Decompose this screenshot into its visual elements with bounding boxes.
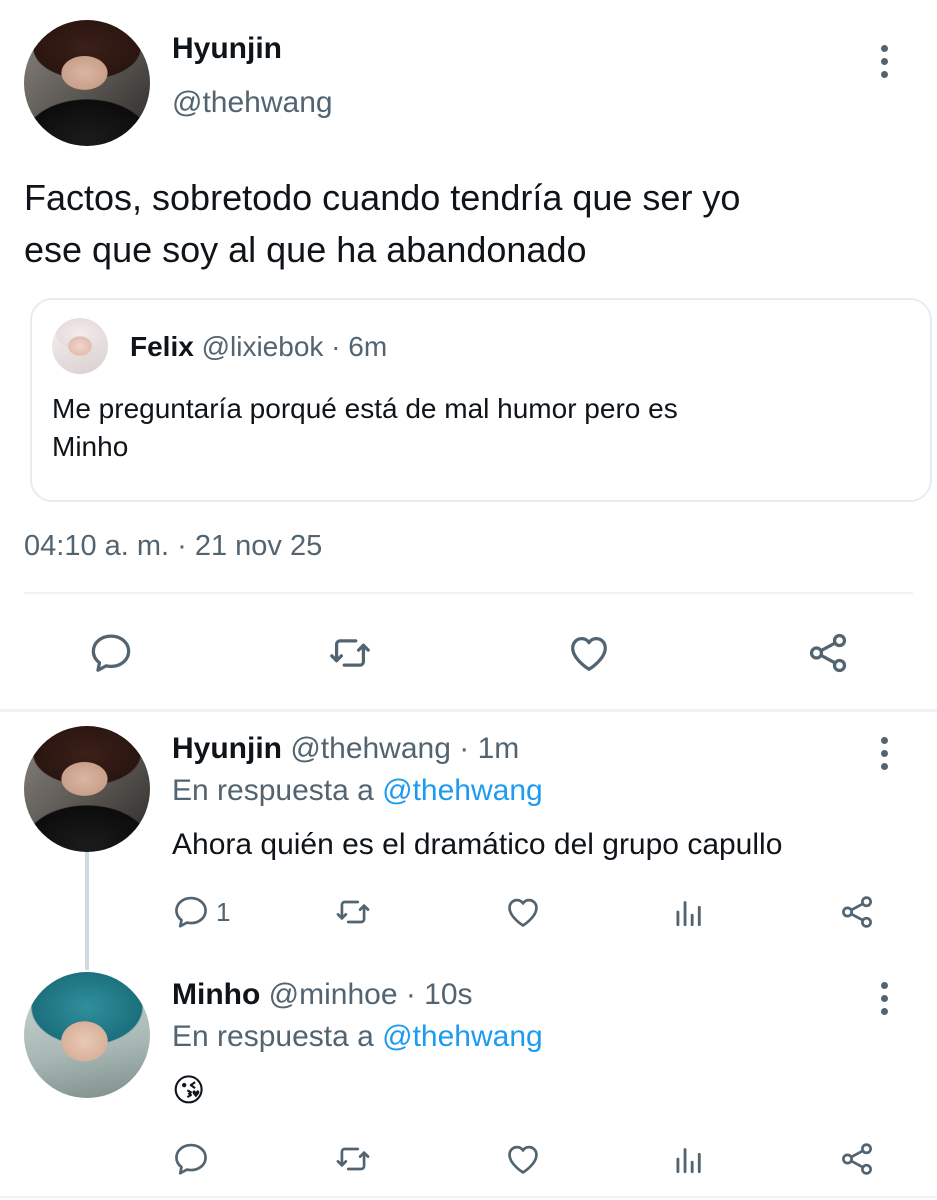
reply-header: Minho @minhoe · 10s — [172, 978, 473, 1012]
heart-icon — [566, 630, 612, 676]
reply-text-emoji: 😘 — [172, 1071, 206, 1109]
reply-button[interactable] — [172, 1140, 210, 1178]
analytics-button[interactable] — [670, 1140, 708, 1178]
share-icon — [838, 1140, 876, 1178]
avatar-felix — [52, 318, 108, 374]
tweet-text: Factos, sobretodo cuando tendría que ser… — [24, 172, 740, 276]
like-button[interactable] — [504, 1140, 542, 1178]
avatar-minho[interactable] — [24, 972, 150, 1098]
quoted-tweet-card[interactable]: Felix @lixiebok · 6m Me preguntaría porq… — [30, 298, 932, 502]
replying-to-handle[interactable]: @thehwang — [382, 1020, 543, 1053]
reply-author-name[interactable]: Minho — [172, 978, 260, 1011]
quoted-text: Me preguntaría porqué está de mal humor … — [52, 390, 678, 466]
reply-icon — [88, 630, 134, 676]
retweet-icon — [327, 630, 373, 676]
retweet-button[interactable] — [334, 1140, 372, 1178]
tweet-timestamp[interactable]: 04:10 a. m. · 21 nov 25 — [24, 530, 322, 563]
replying-to-label: En respuesta a — [172, 774, 374, 807]
avatar-hyunjin[interactable] — [24, 20, 150, 146]
quoted-header: Felix @lixiebok · 6m — [130, 331, 387, 363]
retweet-button[interactable] — [334, 893, 372, 931]
like-button[interactable] — [566, 630, 612, 676]
tweet-text-line: Factos, sobretodo cuando tendría que ser… — [24, 177, 741, 218]
like-button[interactable] — [504, 893, 542, 931]
section-divider — [0, 709, 937, 712]
retweet-button[interactable] — [327, 630, 373, 676]
divider — [24, 592, 913, 594]
quoted-meta: @lixiebok · 6m — [201, 331, 388, 362]
more-options-icon[interactable] — [880, 737, 888, 770]
reply-icon — [172, 893, 210, 931]
reply-count: 1 — [216, 896, 231, 927]
reply-author-name[interactable]: Hyunjin — [172, 732, 282, 765]
quoted-text-line: Minho — [52, 431, 129, 462]
retweet-icon — [334, 893, 372, 931]
replying-to: En respuesta a @thehwang — [172, 774, 543, 808]
more-options-icon[interactable] — [880, 982, 888, 1015]
share-icon — [805, 630, 851, 676]
reply-icon — [172, 1140, 210, 1178]
retweet-icon — [334, 1140, 372, 1178]
reply-meta: @thehwang · 1m — [290, 732, 520, 765]
analytics-icon — [670, 1140, 708, 1178]
thread-connector — [85, 852, 89, 970]
author-name[interactable]: Hyunjin — [172, 32, 282, 66]
author-handle[interactable]: @thehwang — [172, 86, 333, 120]
share-button[interactable] — [838, 1140, 876, 1178]
avatar-hyunjin[interactable] — [24, 726, 150, 852]
share-icon — [838, 893, 876, 931]
bottom-divider — [0, 1196, 937, 1198]
reply-text: Ahora quién es el dramático del grupo ca… — [172, 828, 783, 861]
analytics-icon — [670, 893, 708, 931]
reply-meta: @minhoe · 10s — [268, 978, 473, 1011]
quoted-text-line: Me preguntaría porqué está de mal humor … — [52, 393, 678, 424]
replying-to-label: En respuesta a — [172, 1020, 374, 1053]
heart-icon — [504, 1140, 542, 1178]
reply-button[interactable]: 1 — [172, 893, 230, 931]
more-options-icon[interactable] — [880, 45, 888, 78]
share-button[interactable] — [838, 893, 876, 931]
share-button[interactable] — [805, 630, 851, 676]
replying-to: En respuesta a @thehwang — [172, 1020, 543, 1054]
reply-button[interactable] — [88, 630, 134, 676]
reply-header: Hyunjin @thehwang · 1m — [172, 732, 519, 766]
analytics-button[interactable] — [670, 893, 708, 931]
tweet-text-line: ese que soy al que ha abandonado — [24, 229, 587, 270]
replying-to-handle[interactable]: @thehwang — [382, 774, 543, 807]
quoted-author-name: Felix — [130, 331, 194, 362]
heart-icon — [504, 893, 542, 931]
